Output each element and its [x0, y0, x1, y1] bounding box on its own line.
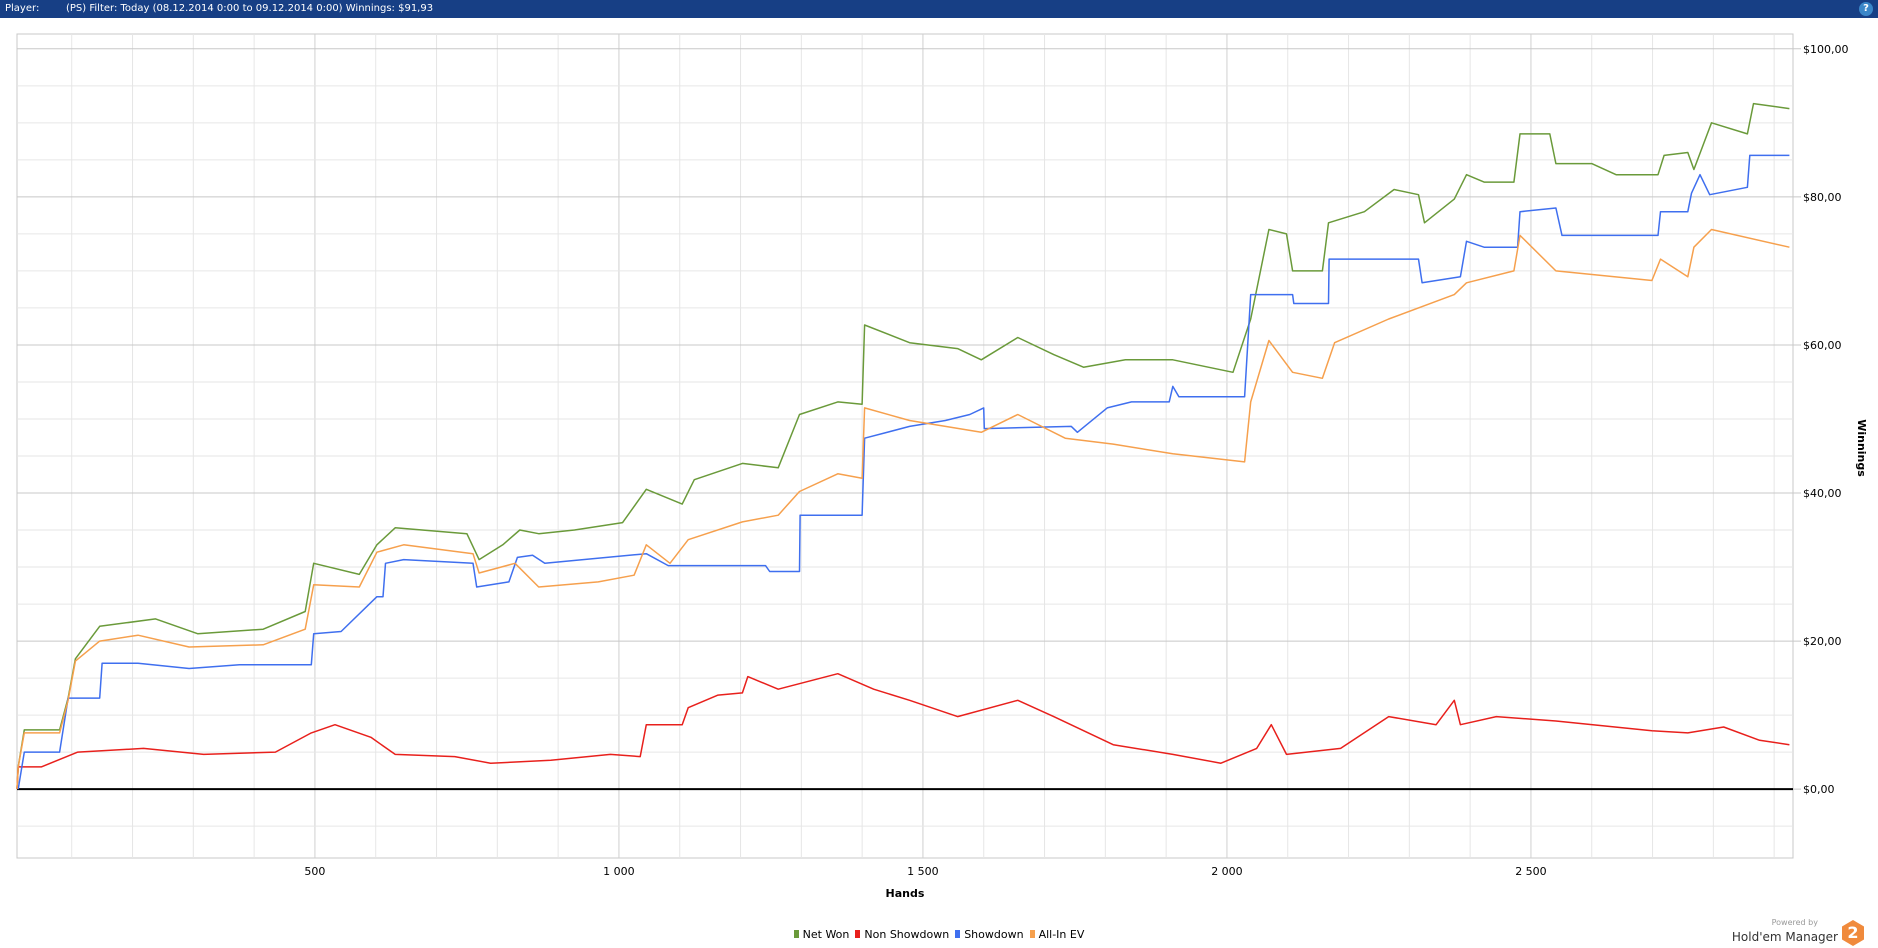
legend-item[interactable]: Showdown — [955, 928, 1024, 941]
legend-item[interactable]: All-In EV — [1029, 928, 1085, 941]
legend-item[interactable]: Non Showdown — [855, 928, 949, 941]
legend: Net Won Non Showdown Showdown All-In EV — [0, 928, 1878, 941]
y-tick-label: $20,00 — [1803, 635, 1842, 648]
product-name: Hold'em Manager — [1731, 930, 1838, 944]
x-tick-label: 2 000 — [1211, 865, 1243, 878]
powered-by: Powered by — [1771, 918, 1818, 927]
grid — [16, 33, 1801, 859]
y-axis-title: Winnings — [1855, 419, 1868, 477]
legend-label: Showdown — [964, 928, 1024, 941]
x-tick-label: 1 000 — [603, 865, 635, 878]
legend-label: Net Won — [802, 928, 850, 941]
y-tick-label: $40,00 — [1803, 487, 1842, 500]
legend-label: Non Showdown — [864, 928, 950, 941]
legend-swatch — [855, 930, 861, 938]
plot-area — [16, 33, 1794, 859]
x-tick-label: 500 — [304, 865, 325, 878]
legend-swatch — [955, 930, 961, 938]
legend-swatch — [793, 930, 799, 938]
winnings-chart: 500 1 000 1 500 2 000 2 500 $0,00 $20,00 $40,00… — [16, 33, 1868, 900]
y-tick-label: $80,00 — [1803, 191, 1842, 204]
legend-item[interactable]: Net Won — [793, 928, 850, 941]
y-tick-label: $0,00 — [1803, 783, 1835, 796]
legend-label: All-In EV — [1038, 928, 1085, 941]
y-tick-label: $100,00 — [1803, 43, 1849, 56]
x-tick-label: 1 500 — [907, 865, 939, 878]
y-tick-label: $60,00 — [1803, 339, 1842, 352]
legend-swatch — [1029, 930, 1035, 938]
x-tick-label: 2 500 — [1515, 865, 1547, 878]
x-axis-title: Hands — [886, 887, 925, 900]
